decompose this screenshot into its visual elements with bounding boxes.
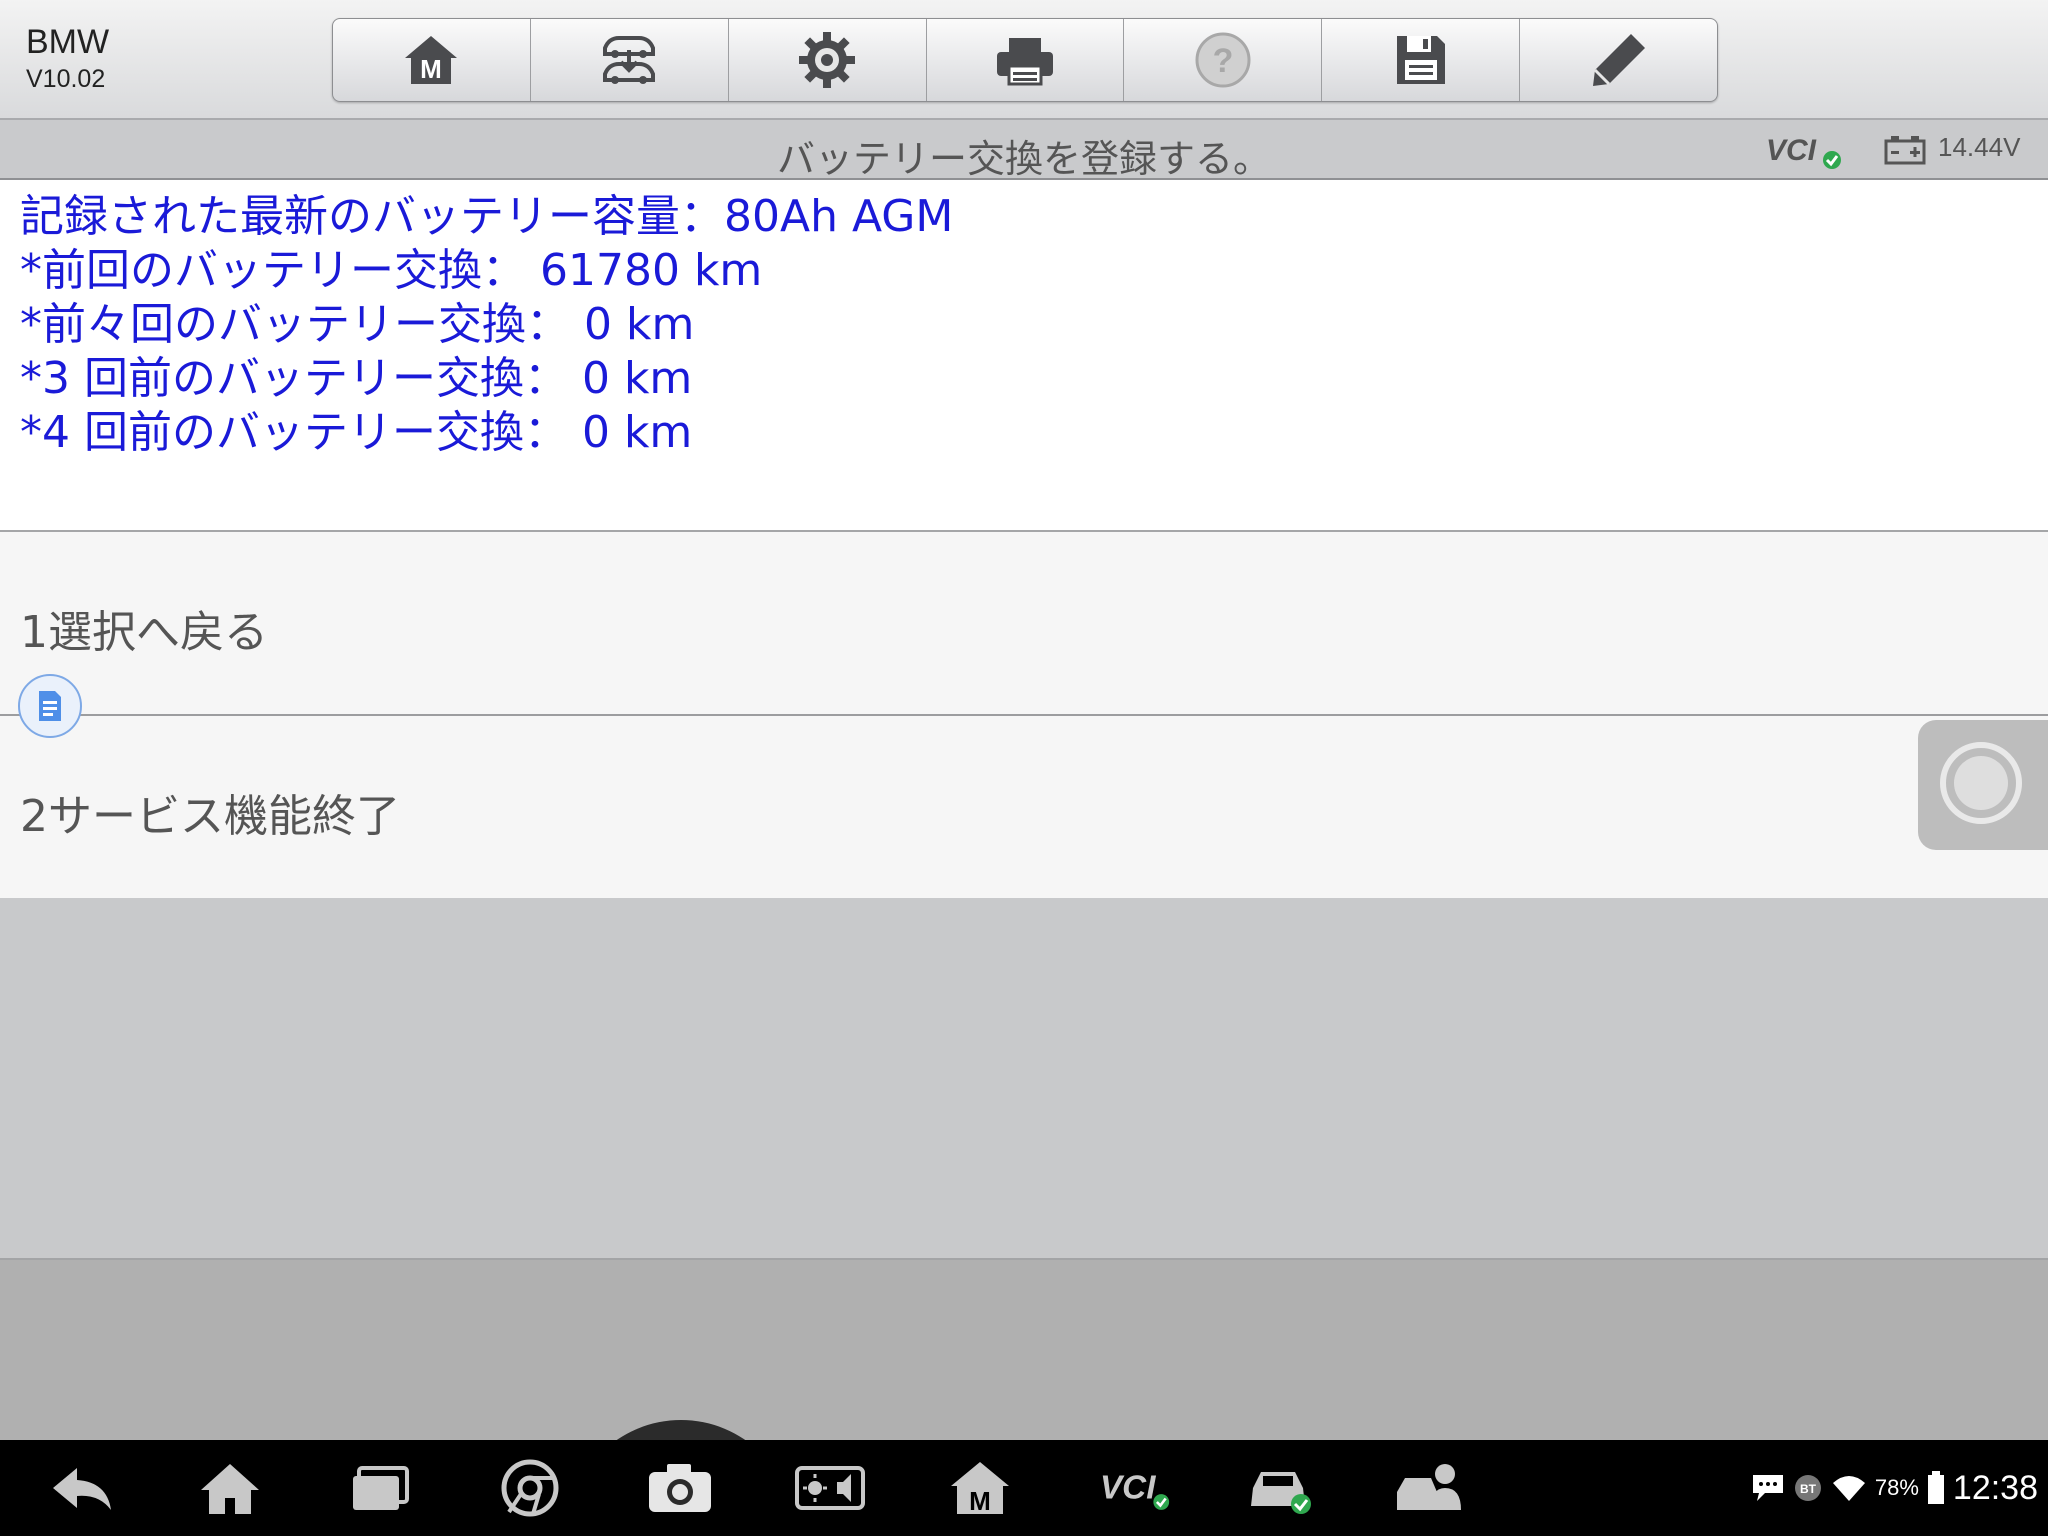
menu-item-back-to-selection[interactable]: 1選択へ戻る [0,532,2048,714]
gear-icon [799,32,856,88]
wifi-icon [1832,1476,1865,1501]
back-icon [53,1468,111,1510]
vcl-connected-icon: VCI [1100,1470,1170,1510]
menu-item-exit-service[interactable]: 2サービス機能終了 [0,716,2048,898]
assistive-touch-icon [1940,742,2022,824]
system-navigation-bar: M VCI [0,1440,2048,1536]
clock: 12:38 [1952,1468,2038,1507]
svg-text:M: M [969,1486,991,1516]
previous-replacement-line: *前回のバッテリー交換： 61780 km [20,245,763,296]
menu-item-label: 2サービス機能終了 [20,791,400,842]
version-label: V10.02 [26,65,106,93]
save-button[interactable] [1322,19,1521,101]
battery-voltage-icon [1884,136,1926,165]
floppy-icon [1396,36,1445,84]
svg-text:M: M [421,54,443,84]
brightness-volume-button[interactable] [790,1456,870,1520]
main-toolbar: M ? [332,18,1718,102]
car-check-icon [1251,1472,1311,1514]
recent-apps-icon [353,1466,409,1510]
vehicle-swap-button[interactable] [531,19,729,101]
bluetooth-icon: BT [1794,1475,1821,1501]
home-m-button[interactable]: M [333,19,531,101]
printer-icon [997,38,1053,86]
bluetooth-label: BT [1800,1482,1817,1496]
chrome-icon [501,1459,559,1517]
floating-document-button[interactable] [18,674,82,738]
vcl-status-icon: VCI [1766,134,1841,169]
footer-band [0,1260,2048,1440]
svg-text:?: ? [1212,42,1233,80]
car-technician-icon [1397,1464,1461,1510]
home-button[interactable] [190,1456,270,1520]
status-bar: BT 78% 12:38 [1751,1468,2038,1508]
screenshot-camera-button[interactable] [640,1456,720,1520]
fourth-previous-replacement-line: *4 回前のバッテリー交換： 0 km [20,407,693,458]
assistive-touch-button[interactable] [1918,720,2048,850]
maxisys-home-button[interactable]: M [940,1456,1020,1520]
vehicle-swap-icon [603,36,656,84]
document-icon [39,691,61,721]
brand-name: BMW [26,23,110,61]
back-button[interactable] [42,1456,122,1520]
vehicle-status-button[interactable] [1240,1456,1320,1520]
home-icon [201,1464,259,1514]
sub-header: バッテリー交換を登録する。 VCI 14.44V [0,120,2048,181]
second-previous-replacement-line: *前々回のバッテリー交換： 0 km [20,299,695,350]
camera-icon [649,1464,711,1512]
page-title: バッテリー交換を登録する。 [776,137,1271,181]
vcl-label: VCI [1766,134,1817,167]
nav-vcl-label: VCI [1100,1470,1156,1507]
help-icon: ? [1195,32,1251,88]
chat-notification-icon [1752,1475,1783,1501]
brand-block: BMW V10.02 [26,22,109,96]
voltage-readout: 14.44V [1938,132,2021,162]
help-button[interactable]: ? [1124,19,1323,101]
recent-apps-button[interactable] [340,1456,420,1520]
battery-info-panel: 記録された最新のバッテリー容量：80Ah AGM *前回のバッテリー交換： 61… [0,180,2048,532]
edit-button[interactable] [1520,19,1717,101]
pencil-icon [1592,34,1645,86]
latest-capacity-line: 記録された最新のバッテリー容量：80Ah AGM [20,191,954,242]
battery-icon [1927,1471,1944,1504]
battery-percent: 78% [1874,1475,1919,1500]
empty-content-area [0,898,2048,1260]
menu-item-label: 1選択へ戻る [20,607,268,658]
m-home-icon: M [951,1462,1009,1516]
third-previous-replacement-line: *3 回前のバッテリー交換： 0 km [20,353,693,404]
settings-button[interactable] [729,19,927,101]
remote-support-button[interactable] [1390,1456,1470,1520]
print-button[interactable] [927,19,1125,101]
vcl-connection-button[interactable]: VCI [1090,1456,1180,1520]
top-bar: BMW V10.02 M ? [0,0,2048,120]
m-home-icon: M [405,36,458,84]
chrome-button[interactable] [490,1456,570,1520]
brightness-volume-icon [795,1466,865,1510]
